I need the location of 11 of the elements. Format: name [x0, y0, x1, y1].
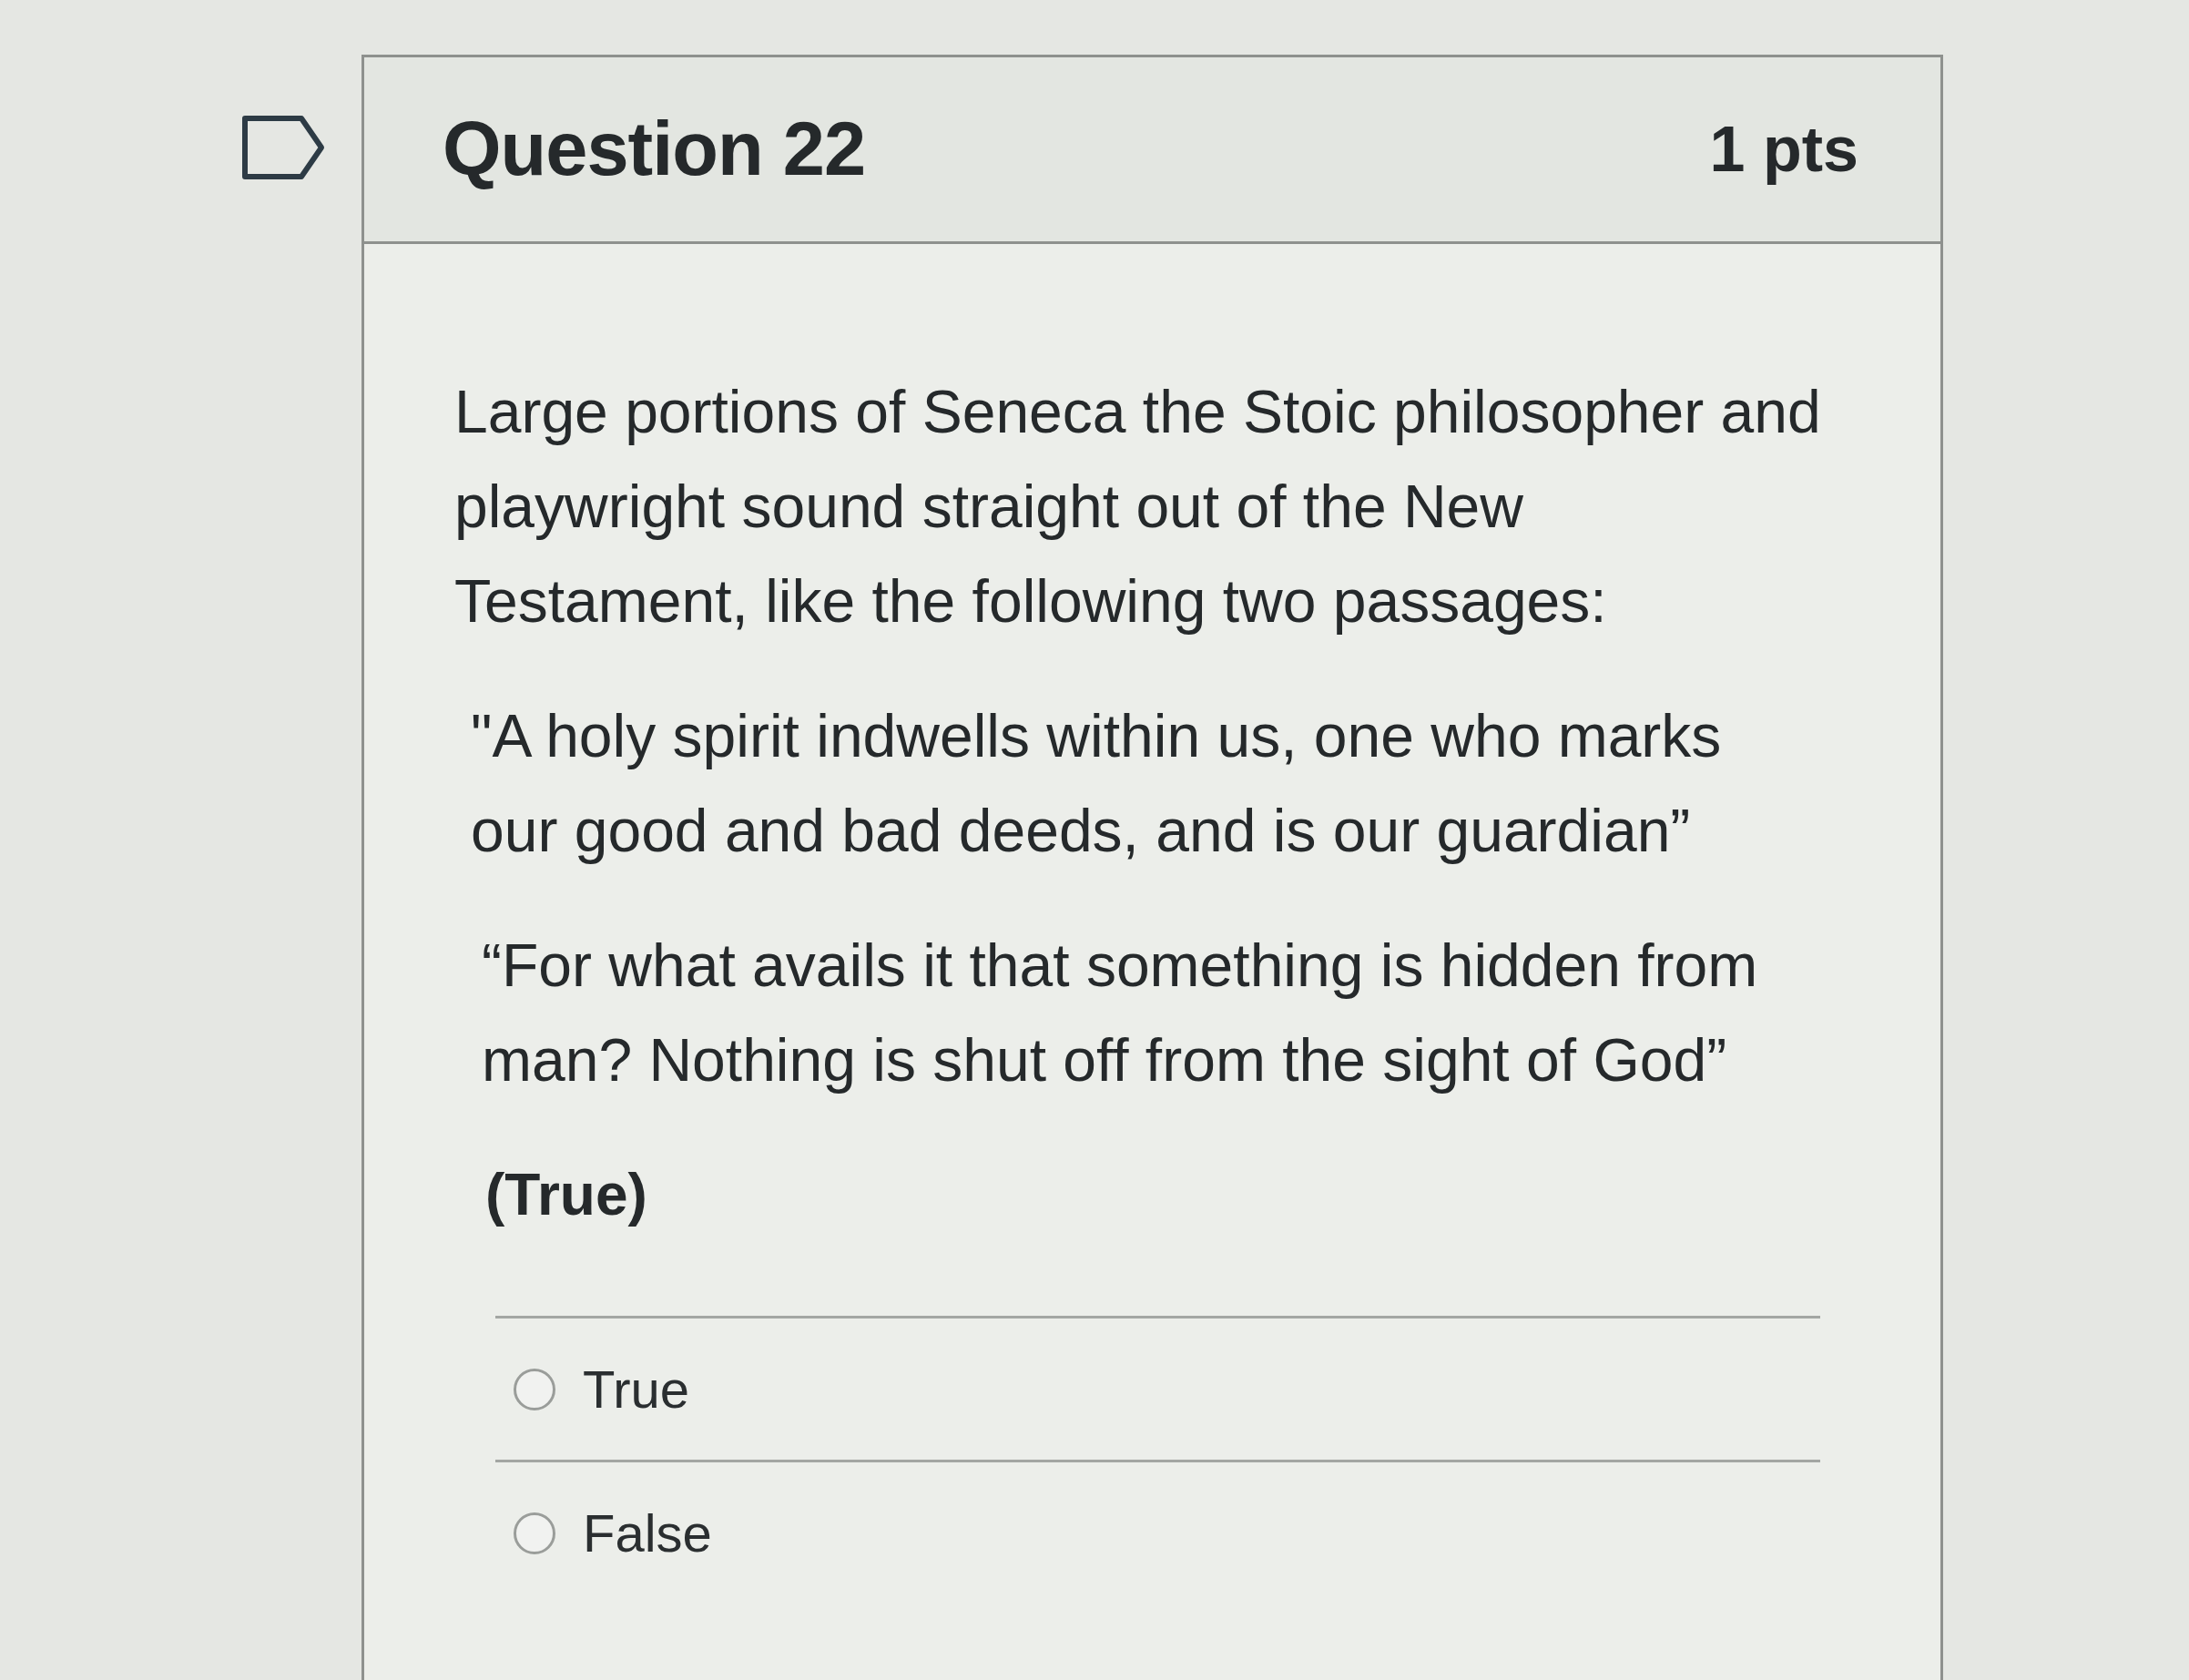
question-text: Large portions of Seneca the Stoic philosopher and playwright sound straight out of the New Testament, like the following two passages:: [454, 377, 1822, 636]
question-title: Question 22: [443, 106, 866, 193]
answer-option[interactable]: True: [495, 1316, 1820, 1460]
answer-note: (True): [485, 1161, 648, 1229]
flag-icon[interactable]: [241, 115, 325, 180]
answer-option[interactable]: False: [495, 1460, 1820, 1604]
radio-button[interactable]: [514, 1512, 555, 1554]
question-text: "A holy spirit indwells within us, one who marks our good and bad deeds, and is our guardian”: [470, 701, 1723, 866]
points-label: 1 pts: [1709, 113, 1858, 186]
question-text: “For what avails it that something is hidden from man? Nothing is shut off from the sight of God”: [481, 931, 1759, 1095]
radio-button[interactable]: [514, 1368, 555, 1410]
